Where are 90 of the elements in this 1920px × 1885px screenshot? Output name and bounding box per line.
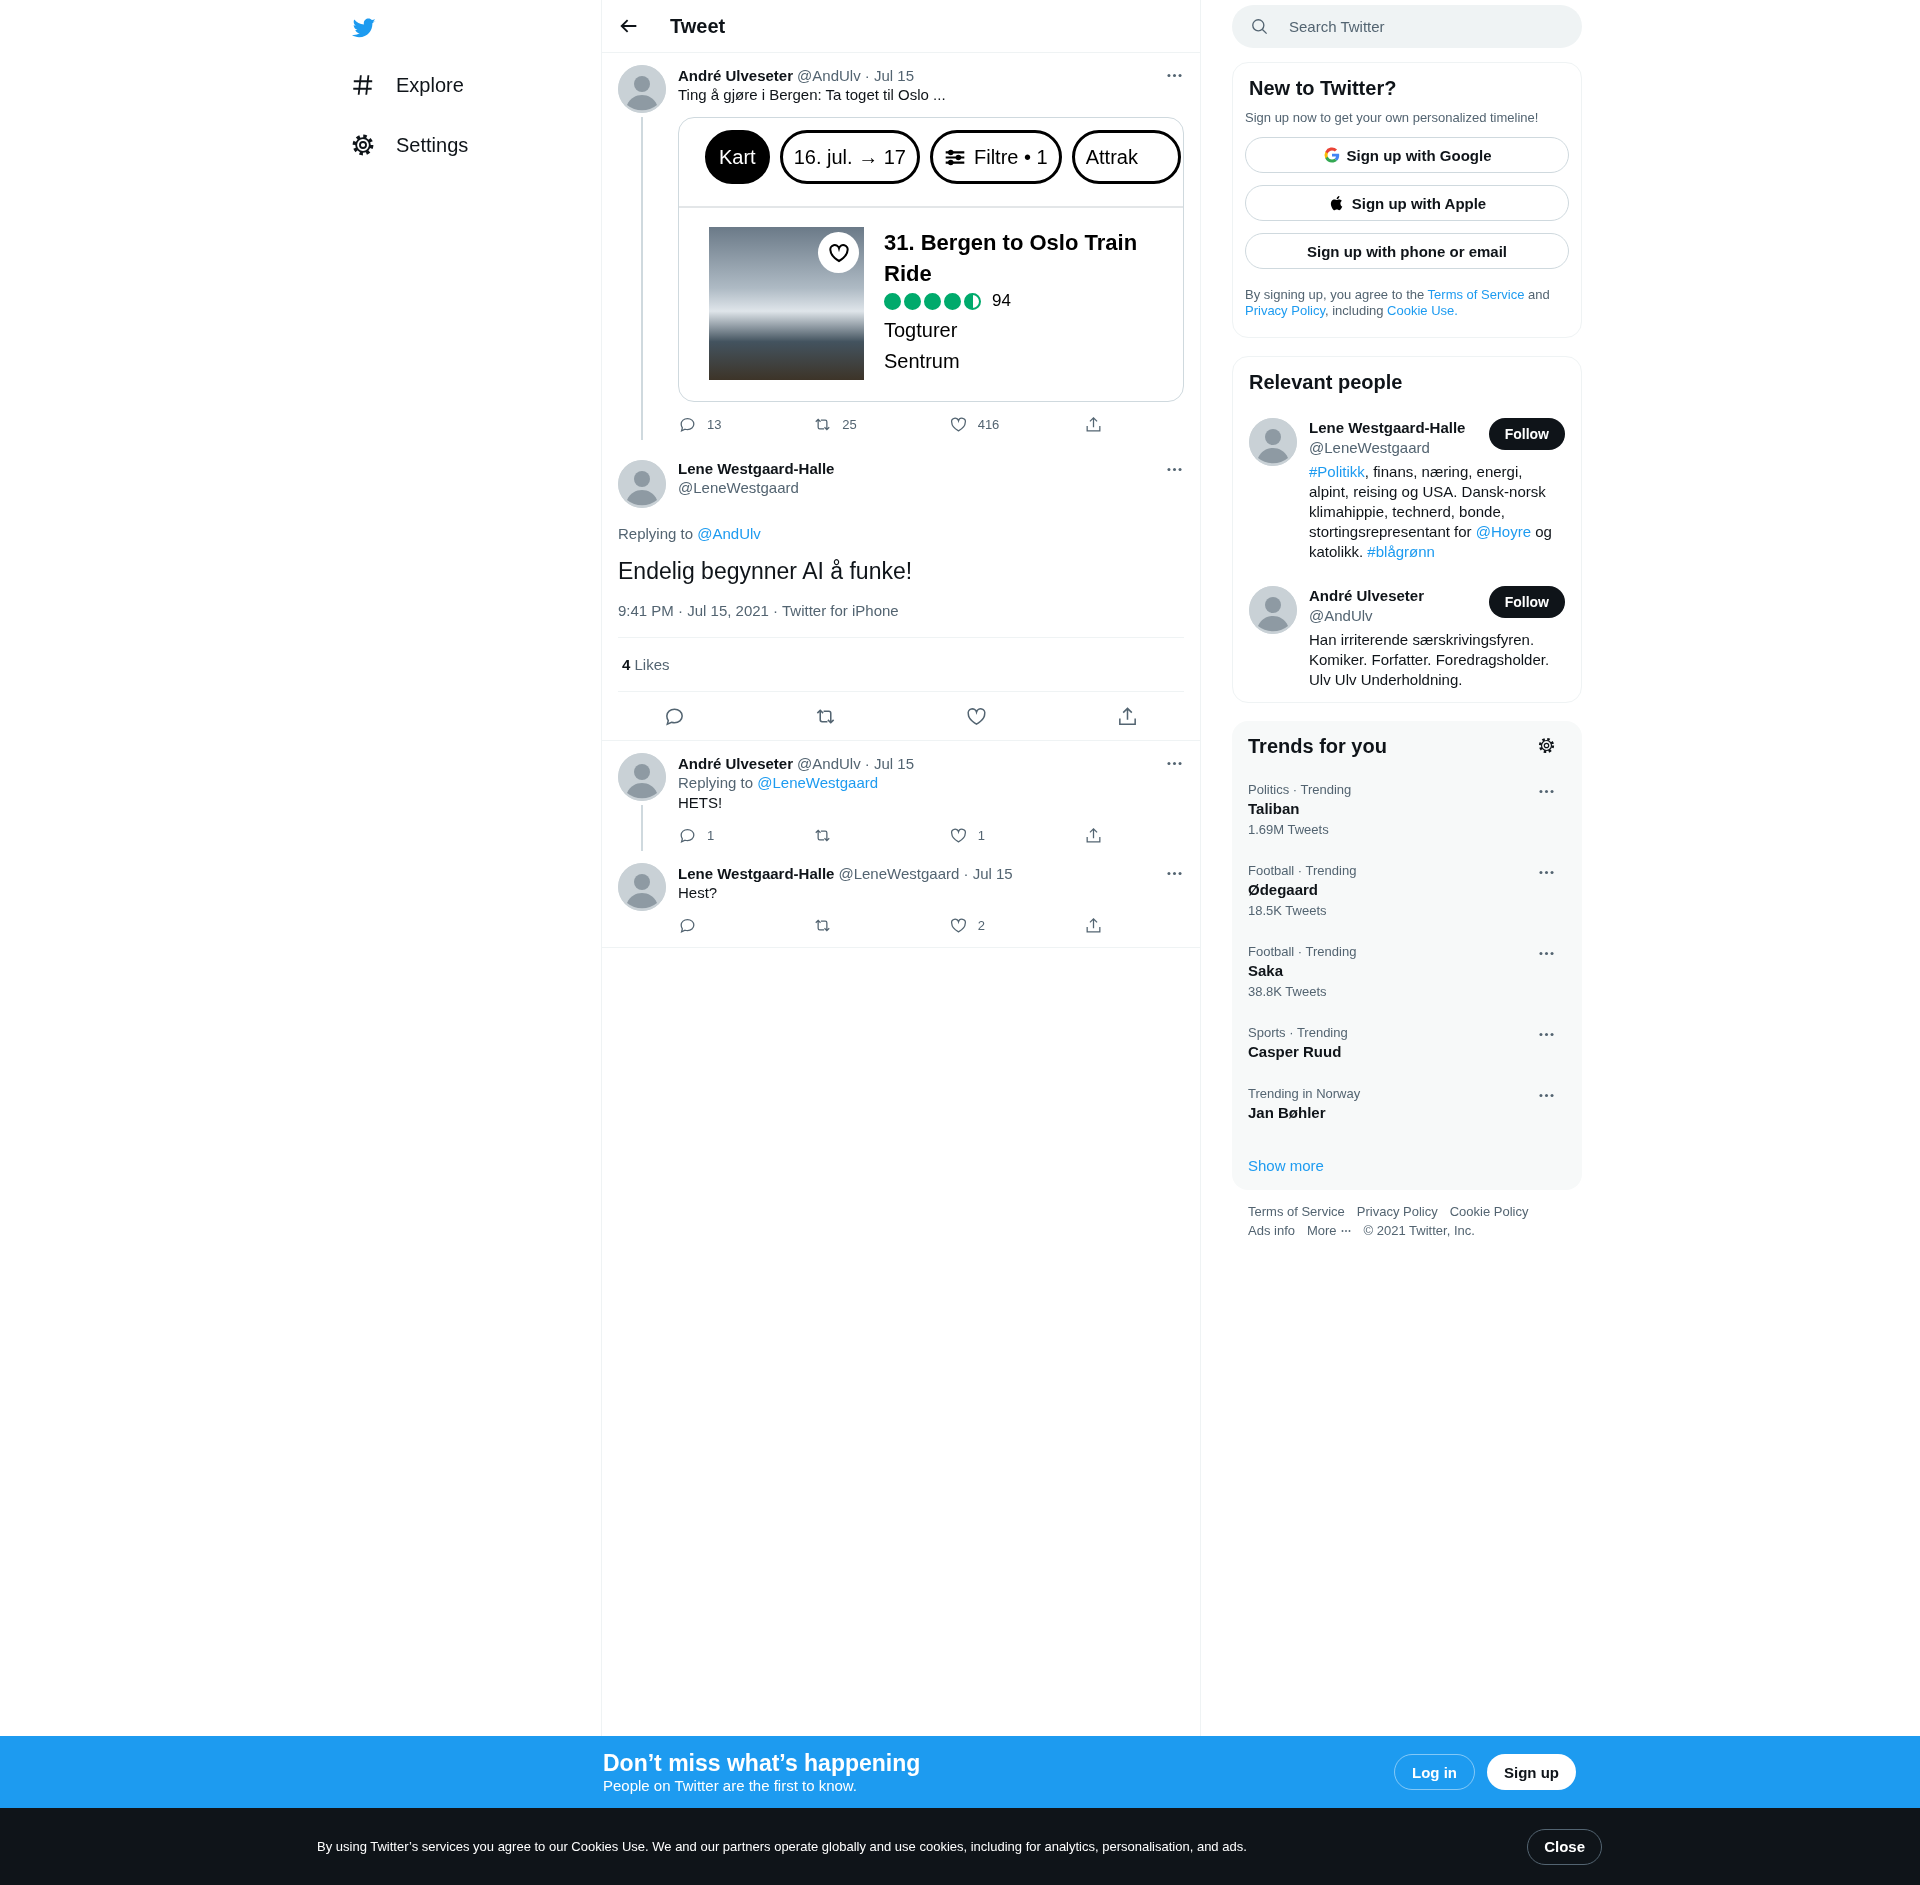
panel-title: New to Twitter? [1248,76,1398,101]
search-icon [1250,17,1269,36]
settings-icon [350,132,376,158]
tweet-meta: @LeneWestgaard · Jul 15 [838,864,1013,882]
screenshot-card[interactable]: Kart 16. jul. → 17 Filtre • 1 Attrak 31. Bergen to Oslo Train Ride 94 Togturer Sentrum [678,117,1184,402]
share-icon[interactable] [1084,414,1103,434]
footer-link[interactable]: Ads info [1248,1223,1295,1238]
share-icon[interactable] [1084,825,1103,845]
bio-text: Han irriterende særskrivingsfyren. Komiker. Forfatter. Foredragsholder. Ulv Ulv Underholdning. [1309,630,1551,690]
review-count: 94 [992,291,1011,311]
banner-title: Don’t miss what’s happening [603,1750,921,1777]
filter-chip[interactable]: Kart [705,130,770,184]
avatar[interactable] [618,863,666,911]
trend-count: 18.5K Tweets [1248,902,1328,920]
google-logo-icon [1322,146,1341,164]
author-name[interactable]: Lene Westgaard-Halle [678,460,1153,477]
copyright-text: © 2021 Twitter, Inc. [1363,1223,1475,1238]
signup-subtitle: Sign up now to get your own personalized timeline! [1244,110,1540,125]
action-count: 416 [977,416,1000,432]
tweet-meta: @AndUlv · Jul 15 [797,66,914,84]
trend-context: Politics · Trending [1248,782,1352,798]
footer-link[interactable]: Cookie Policy [1449,1204,1529,1219]
tweet-meta: @AndUlv · Jul 15 [797,754,914,772]
signup-button[interactable]: Sign up with Google [1245,137,1569,173]
person-name[interactable]: Lene Westgaard-Halle [1309,418,1466,438]
attraction-detail: Togturer [884,318,959,343]
bird-logo-icon[interactable] [350,16,378,40]
trend-name[interactable]: Taliban [1248,798,1352,820]
tweet-text: Ting å gjøre i Bergen: Ta toget til Oslo ... [678,85,947,105]
action-count: 1 [977,827,985,843]
favorite-button[interactable] [818,232,859,273]
signup-button[interactable]: Sign up with Apple [1245,185,1569,221]
person-handle[interactable]: @AndUlv [1309,606,1425,626]
author-name[interactable]: André Ulveseter [678,754,794,772]
more-link[interactable]: More [1307,1223,1352,1238]
tweet-text: Hest? [678,883,719,903]
author-name[interactable]: André Ulveseter [678,66,794,84]
search-field[interactable]: Search Twitter [1232,5,1582,48]
trend-context: Trending in Norway [1248,1086,1361,1102]
likes-link[interactable]: 4 Likes [622,656,670,673]
trend-name[interactable]: Saka [1248,960,1357,982]
replying-to-text: Replying to @AndUlv [618,524,762,544]
signup-button[interactable]: Sign up [1487,1754,1576,1790]
tweet-text: Endelig begynner AI å funke! [618,557,914,586]
tweet-text: HETS! [678,793,724,813]
trend-name[interactable]: Casper Ruud [1248,1041,1348,1063]
avatar[interactable] [618,65,666,113]
sliders-icon [944,147,966,167]
action-count: 13 [707,416,722,432]
avatar[interactable] [618,753,666,801]
replying-to-text: Replying to @LeneWestgaard [678,773,880,793]
filter-chip[interactable]: 16. jul. → 17 [779,130,920,184]
banner-subtitle: People on Twitter are the first to know. [603,1777,859,1794]
follow-button[interactable]: Follow [1488,586,1565,618]
trend-context: Football · Trending [1248,863,1357,879]
settings-icon[interactable] [1537,736,1556,755]
follow-button[interactable]: Follow [1488,418,1565,450]
attraction-title: 31. Bergen to Oslo Train Ride [884,229,1139,288]
action-count: 1 [707,827,715,843]
legal-text: By signing up, you agree to the Terms of Service and Privacy Policy, including Cookie Use. [1244,286,1551,320]
person-handle[interactable]: @LeneWestgaard [1309,438,1466,458]
tweet-timestamp: 9:41 PM · Jul 15, 2021 · Twitter for iPhone [618,602,1184,638]
trend-name[interactable]: Ødegaard [1248,879,1357,901]
author-name[interactable]: Lene Westgaard-Halle [678,864,835,882]
filter-chip[interactable]: Attrak [1071,130,1181,184]
filter-chip[interactable]: Filtre • 1 [930,130,1062,184]
action-count: 25 [842,416,857,432]
attraction-detail: Sentrum [884,349,961,374]
panel-title: Trends for you [1247,734,1388,759]
trend-count: 38.8K Tweets [1248,983,1328,1001]
nav-item[interactable]: Settings [350,120,469,170]
nav-item[interactable]: Explore [350,60,464,110]
panel-title: Relevant people [1248,370,1404,395]
cookie-notice-text: By using Twitter’s services you agree to our Cookies Use. We and our partners operate globally and use cookies, including for analytics, personalisation, and ads. [317,1839,1247,1854]
avatar[interactable] [1249,418,1297,466]
trend-context: Sports · Trending [1248,1025,1348,1041]
author-handle[interactable]: @LeneWestgaard [678,478,1153,498]
signup-button[interactable]: Sign up with phone or email [1245,233,1569,269]
trend-context: Football · Trending [1248,944,1357,960]
page-title: Tweet [670,14,726,38]
share-icon[interactable] [1084,915,1103,935]
footer-link[interactable]: Terms of Service [1248,1204,1345,1219]
trend-count: 1.69M Tweets [1248,821,1330,839]
avatar[interactable] [618,460,666,508]
action-count: 2 [977,917,985,933]
avatar[interactable] [1249,586,1297,634]
person-name[interactable]: André Ulveseter [1309,586,1425,606]
bio-text: #Politikk, finans, næring, energi, alpint, reising og USA. Dansk-norsk klimahippie, technerd, bonde, stortingsrepresentant for @Hoyre og katolikk. #blågrønn [1309,462,1553,562]
footer-link[interactable]: Privacy Policy [1356,1204,1438,1219]
trend-name[interactable]: Jan Bøhler [1248,1102,1361,1124]
